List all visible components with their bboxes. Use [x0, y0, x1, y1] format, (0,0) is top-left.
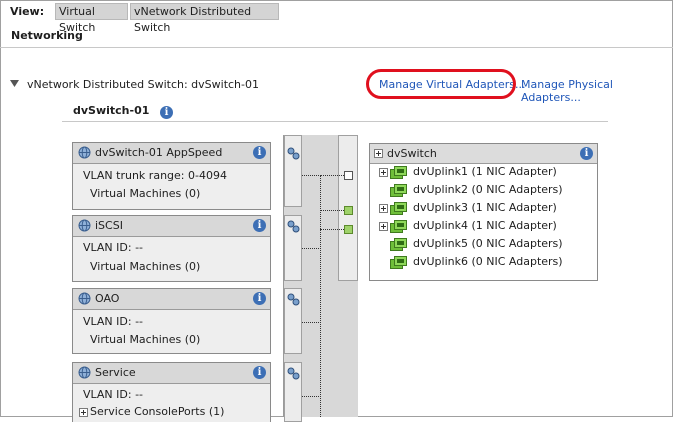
manage-physical-adapters-link[interactable]: Manage Physical Adapters...	[521, 78, 673, 104]
switch-divider	[62, 121, 608, 122]
expand-icon[interactable]	[379, 168, 388, 177]
portgroup-vms[interactable]: Virtual Machines (0)	[90, 260, 200, 273]
connection-line	[320, 175, 321, 417]
expand-icon[interactable]	[79, 408, 88, 417]
portgroup-appspeed[interactable]: dvSwitch-01 AppSpeed i VLAN trunk range:…	[72, 142, 271, 210]
portgroup-settings-icon[interactable]	[287, 220, 300, 233]
uplink-port-active	[344, 206, 353, 215]
connection-line	[320, 210, 344, 211]
portgroup-vms[interactable]: Virtual Machines (0)	[90, 187, 200, 200]
connection-line	[320, 175, 344, 176]
nic-adapter-icon	[390, 202, 407, 215]
switch-name: dvSwitch-01	[73, 104, 150, 117]
collapse-icon[interactable]	[374, 149, 383, 158]
portgroup-info-icon[interactable]: i	[253, 366, 266, 379]
view-virtual-switch-button[interactable]: Virtual Switch	[55, 3, 128, 34]
portgroup-vlan: VLAN ID: --	[83, 388, 144, 401]
view-label: View:	[10, 5, 45, 18]
dvswitch-info-icon[interactable]: i	[580, 147, 593, 160]
uplink-port-active	[344, 225, 353, 234]
connection-line	[302, 175, 321, 176]
switch-header-title: vNetwork Distributed Switch: dvSwitch-01	[27, 78, 259, 91]
portgroup-service[interactable]: Service i VLAN ID: -- Service ConsolePor…	[72, 362, 271, 422]
connection-line	[302, 322, 321, 323]
portgroup-vlan: VLAN ID: --	[83, 315, 144, 328]
portgroup-name: iSCSI	[95, 219, 123, 232]
uplink-label: dvUplink4 (1 NIC Adapter)	[413, 219, 557, 232]
nic-adapter-icon	[390, 220, 407, 233]
nic-adapter-icon	[390, 166, 407, 179]
portgroup-globe-icon	[78, 292, 91, 305]
portgroup-name: Service	[95, 366, 136, 379]
portgroup-port-box	[284, 135, 302, 207]
highlight-oval	[366, 69, 516, 99]
portgroup-settings-icon[interactable]	[287, 367, 300, 380]
portgroup-vlan: VLAN trunk range: 0-4094	[83, 169, 227, 182]
uplink-label: dvUplink1 (1 NIC Adapter)	[413, 165, 557, 178]
portgroup-settings-icon[interactable]	[287, 293, 300, 306]
uplink-port-empty	[344, 171, 353, 180]
collapse-arrow-icon[interactable]	[10, 80, 19, 88]
connection-line	[302, 248, 321, 249]
uplink-label: dvUplink5 (0 NIC Adapters)	[413, 237, 563, 250]
nic-adapter-icon	[390, 238, 407, 251]
section-divider	[0, 47, 673, 48]
portgroup-info-icon[interactable]: i	[253, 292, 266, 305]
portgroup-globe-icon	[78, 146, 91, 159]
portgroup-name: dvSwitch-01 AppSpeed	[95, 146, 223, 159]
portgroup-info-icon[interactable]: i	[253, 219, 266, 232]
portgroup-settings-icon[interactable]	[287, 147, 300, 160]
expand-icon[interactable]	[379, 222, 388, 231]
uplink-label: dvUplink6 (0 NIC Adapters)	[413, 255, 563, 268]
networking-title: Networking	[11, 29, 83, 42]
portgroup-globe-icon	[78, 366, 91, 379]
portgroup-iscsi[interactable]: iSCSI i VLAN ID: -- Virtual Machines (0)	[72, 215, 271, 282]
portgroup-globe-icon	[78, 219, 91, 232]
view-distributed-switch-button[interactable]: vNetwork Distributed Switch	[130, 3, 279, 34]
nic-adapter-icon	[390, 184, 407, 197]
portgroup-oao[interactable]: OAO i VLAN ID: -- Virtual Machines (0)	[72, 288, 271, 354]
uplink-label: dvUplink3 (1 NIC Adapter)	[413, 201, 557, 214]
switch-info-icon[interactable]: i	[160, 106, 173, 119]
portgroup-vlan: VLAN ID: --	[83, 241, 144, 254]
portgroup-vms[interactable]: Virtual Machines (0)	[90, 333, 200, 346]
portgroup-info-icon[interactable]: i	[253, 146, 266, 159]
expand-icon[interactable]	[379, 204, 388, 213]
uplink-label: dvUplink2 (0 NIC Adapters)	[413, 183, 563, 196]
portgroup-ports[interactable]: Service ConsolePorts (1)	[90, 405, 224, 418]
dvswitch-title: dvSwitch	[387, 147, 437, 160]
portgroup-name: OAO	[95, 292, 120, 305]
nic-adapter-icon	[390, 256, 407, 269]
connection-line	[302, 396, 321, 397]
connection-line	[320, 229, 344, 230]
